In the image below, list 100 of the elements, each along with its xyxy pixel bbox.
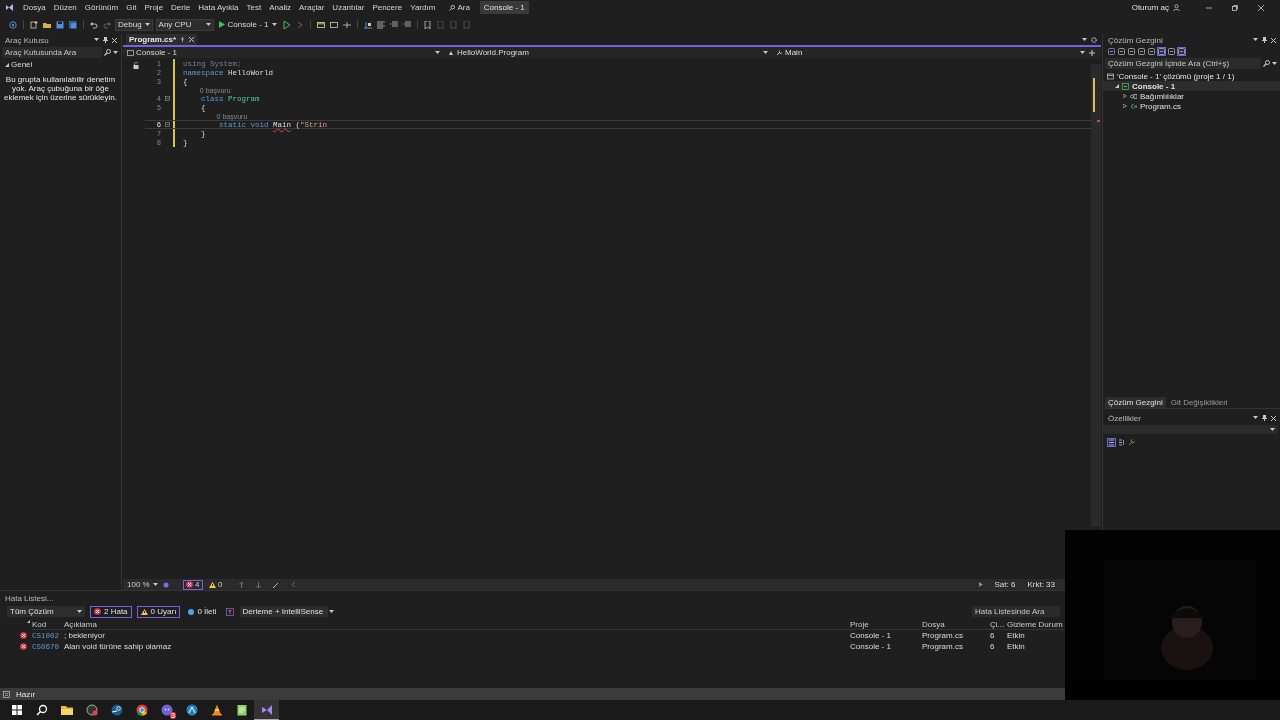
dropdown-icon[interactable] bbox=[271, 22, 277, 27]
close-icon[interactable] bbox=[1271, 37, 1276, 43]
scroll-right-icon[interactable] bbox=[978, 582, 983, 587]
search-icon[interactable] bbox=[104, 49, 111, 56]
notepad-icon[interactable] bbox=[235, 704, 248, 716]
search-icon[interactable] bbox=[35, 704, 48, 716]
windows-icon[interactable] bbox=[10, 704, 23, 716]
ai-icon[interactable] bbox=[163, 581, 169, 588]
column-header[interactable]: Dosya bbox=[922, 619, 990, 630]
dropdown-icon[interactable] bbox=[144, 22, 150, 27]
solution-search-field[interactable]: Çözüm Gezgini İçinde Ara (Ctrl+ş) bbox=[1105, 58, 1261, 69]
folder-icon[interactable] bbox=[60, 704, 73, 716]
menu-item[interactable]: Hata Ayıkla bbox=[194, 3, 243, 12]
column-header[interactable]: Çi... bbox=[990, 619, 1007, 630]
dropdown-icon[interactable] bbox=[1082, 37, 1087, 42]
zoom-dropdown[interactable]: 100 % bbox=[127, 580, 159, 589]
tree-item[interactable]: Bağımlılıklar bbox=[1103, 91, 1280, 101]
dropdown-icon[interactable] bbox=[205, 22, 211, 27]
dropdown-icon[interactable] bbox=[1253, 38, 1258, 42]
chrome-icon[interactable] bbox=[135, 704, 148, 716]
pin-icon[interactable] bbox=[1262, 37, 1267, 43]
menu-item[interactable]: Derle bbox=[167, 3, 195, 12]
pin-icon[interactable] bbox=[103, 37, 108, 43]
traffic-cone-icon[interactable] bbox=[210, 704, 223, 716]
panel-tab[interactable]: Git Değişiklikleri bbox=[1167, 397, 1231, 408]
close-icon[interactable] bbox=[1258, 4, 1264, 11]
type-dropdown[interactable]: HelloWorld.Program bbox=[444, 47, 772, 58]
pin-icon[interactable] bbox=[180, 37, 186, 42]
filter-toggle[interactable]: 0 İleti bbox=[185, 605, 220, 618]
save-icon[interactable] bbox=[56, 20, 64, 29]
output-icon[interactable] bbox=[3, 690, 10, 698]
configuration-dropdown[interactable]: Debug bbox=[115, 18, 153, 31]
dropdown-icon[interactable] bbox=[1272, 61, 1277, 66]
start-button[interactable]: Console - 1 bbox=[216, 20, 279, 29]
dropdown-icon[interactable] bbox=[113, 50, 118, 55]
run-without-debug-icon[interactable] bbox=[282, 20, 291, 29]
menu-item[interactable]: Git bbox=[122, 3, 141, 12]
settings-icon[interactable] bbox=[1091, 36, 1097, 43]
navigate-back-icon[interactable] bbox=[9, 20, 17, 29]
dropdown-icon[interactable] bbox=[763, 50, 768, 55]
undo-icon[interactable] bbox=[90, 20, 98, 29]
search-icon[interactable] bbox=[1263, 60, 1270, 67]
panel-tab[interactable]: Çözüm Gezgini bbox=[1105, 397, 1166, 408]
error-count-button[interactable]: 4 bbox=[183, 579, 203, 590]
sort-icon[interactable] bbox=[27, 620, 30, 623]
dropdown-icon[interactable] bbox=[94, 38, 99, 42]
expanded-arrow-icon[interactable] bbox=[1115, 84, 1119, 88]
search-button[interactable]: Ara bbox=[439, 3, 476, 12]
menu-item[interactable]: Düzen bbox=[49, 3, 81, 12]
filter-toggle[interactable]: 2 Hata bbox=[90, 605, 132, 618]
menu-item[interactable]: Uzantılar bbox=[328, 3, 369, 12]
member-dropdown[interactable]: Main bbox=[772, 47, 1089, 58]
project-dropdown[interactable]: Console - 1 bbox=[123, 47, 444, 58]
dropdown-icon[interactable] bbox=[77, 609, 82, 614]
arrow-up-icon[interactable] bbox=[239, 581, 244, 588]
vertical-scrollbar[interactable] bbox=[1091, 64, 1101, 527]
toolbox-group[interactable]: Genel bbox=[0, 59, 121, 70]
new-item-icon[interactable] bbox=[30, 20, 38, 29]
redo-icon[interactable] bbox=[103, 20, 111, 29]
close-icon[interactable] bbox=[1271, 415, 1276, 421]
dropdown-icon[interactable] bbox=[329, 609, 335, 614]
dropdown-icon[interactable] bbox=[1270, 427, 1275, 432]
collapsed-arrow-icon[interactable] bbox=[1123, 94, 1127, 98]
collapsed-arrow-icon[interactable] bbox=[1123, 104, 1127, 108]
menu-item[interactable]: Proje bbox=[140, 3, 168, 12]
column-header[interactable]: Proje bbox=[850, 619, 922, 630]
arrow-down-icon[interactable] bbox=[256, 581, 261, 588]
comment-icon[interactable] bbox=[376, 20, 385, 29]
breakpoint-icon[interactable] bbox=[363, 20, 372, 29]
tree-item[interactable]: 'Console - 1' çözümü (proje 1 / 1) bbox=[1103, 71, 1280, 81]
tree-item[interactable]: Console - 1 bbox=[1103, 81, 1280, 91]
tree-item[interactable]: Program.cs bbox=[1103, 101, 1280, 111]
menu-item[interactable]: Analiz bbox=[265, 3, 295, 12]
menu-item[interactable]: Dosya bbox=[19, 3, 50, 12]
error-search-field[interactable]: Hata Listesinde Ara bbox=[972, 606, 1060, 617]
minimize-icon[interactable] bbox=[1206, 4, 1212, 11]
pin-icon[interactable] bbox=[1262, 415, 1267, 421]
browser-icon[interactable] bbox=[316, 20, 325, 29]
dropdown-icon[interactable] bbox=[1080, 50, 1085, 55]
window-icon[interactable] bbox=[329, 20, 338, 29]
dropdown-icon[interactable] bbox=[1253, 416, 1258, 420]
dropdown-icon[interactable] bbox=[435, 50, 440, 55]
close-icon[interactable] bbox=[112, 37, 117, 43]
chat-app-icon[interactable] bbox=[160, 704, 173, 716]
hot-reload-icon[interactable] bbox=[295, 20, 304, 29]
visual-studio-icon[interactable] bbox=[260, 703, 273, 716]
menu-item[interactable]: Görünüm bbox=[80, 3, 123, 12]
column-header[interactable]: Kod bbox=[32, 619, 64, 630]
column-header[interactable]: Açıklama bbox=[64, 619, 850, 630]
sign-in-link[interactable]: Oturum aç bbox=[1131, 3, 1169, 12]
steam-icon[interactable] bbox=[110, 704, 123, 716]
toolbox-search-field[interactable]: Araç Kutusunda Ara bbox=[2, 47, 102, 58]
scope-dropdown[interactable]: Tüm Çözüm bbox=[7, 606, 85, 617]
account-icon[interactable] bbox=[1173, 4, 1180, 11]
collapse-icon[interactable] bbox=[165, 96, 170, 101]
close-icon[interactable] bbox=[189, 37, 195, 42]
collapse-icon[interactable] bbox=[165, 122, 170, 127]
document-tab[interactable]: Program.cs* bbox=[126, 34, 198, 45]
bookmark-icon[interactable] bbox=[423, 20, 432, 29]
platform-dropdown[interactable]: Any CPU bbox=[155, 18, 214, 31]
